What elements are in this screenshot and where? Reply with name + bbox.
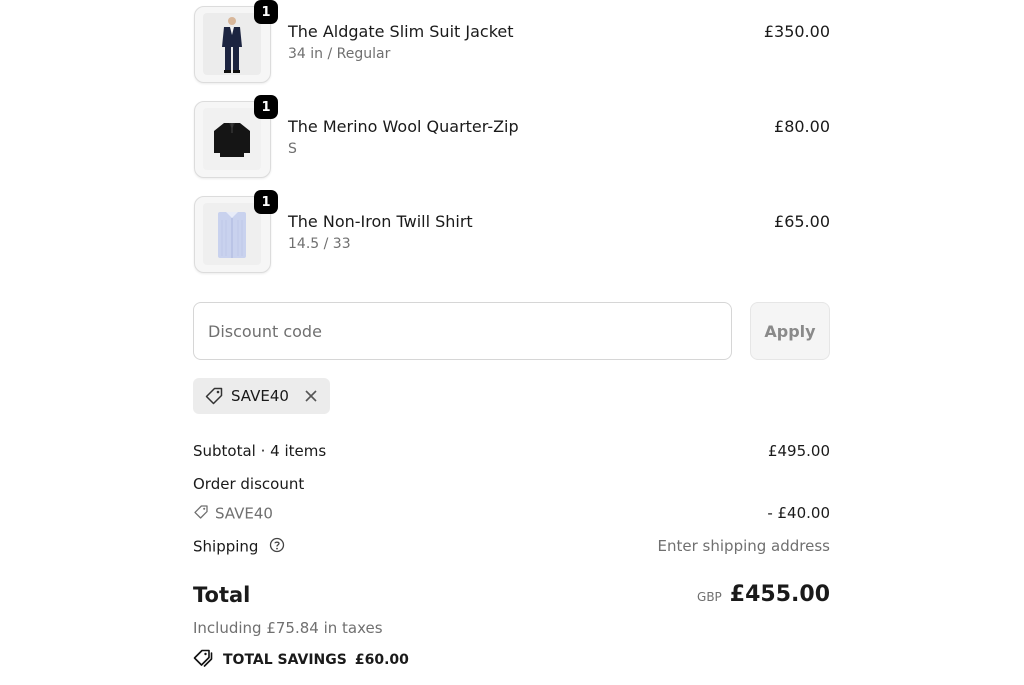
savings-label: TOTAL SAVINGS (223, 652, 347, 668)
total-savings: TOTAL SAVINGS £60.00 (193, 649, 409, 671)
apply-discount-button[interactable]: Apply (750, 302, 830, 360)
quantity-badge: 1 (254, 190, 278, 214)
shipping-label: Shipping (193, 537, 259, 556)
quantity-badge: 1 (254, 95, 278, 119)
help-circle-icon[interactable] (269, 537, 285, 557)
item-name: The Aldgate Slim Suit Jacket (288, 22, 514, 41)
item-price: £80.00 (774, 117, 830, 136)
tag-icon (193, 504, 209, 524)
shipping-value: Enter shipping address (657, 537, 830, 555)
item-variant: 14.5 / 33 (288, 236, 351, 252)
subtotal-row: Subtotal · 4 items £495.00 (193, 442, 830, 460)
quantity-badge: 1 (254, 0, 278, 24)
line-item: 1 The Non-Iron Twill Shirt 14.5 / 33 £65… (193, 190, 830, 285)
discount-value: - £40.00 (767, 504, 830, 522)
subtotal-value: £495.00 (767, 442, 830, 460)
savings-value: £60.00 (354, 652, 409, 668)
product-thumbnail: 1 (194, 95, 278, 178)
total-value: £455.00 (729, 582, 830, 607)
line-item: 1 The Merino Wool Quarter-Zip S £80.00 (193, 95, 830, 190)
item-variant: 34 in / Regular (288, 46, 391, 62)
item-name: The Non-Iron Twill Shirt (288, 212, 473, 231)
total-label: Total (193, 583, 251, 607)
shipping-row: Shipping Enter shipping address (193, 537, 830, 557)
item-name: The Merino Wool Quarter-Zip (288, 117, 519, 136)
product-thumbnail: 1 (194, 0, 278, 83)
item-price: £65.00 (774, 212, 830, 231)
discount-code-label: SAVE40 (215, 504, 273, 523)
tag-icon (204, 386, 224, 410)
discount-code-row: SAVE40 - £40.00 (193, 504, 830, 524)
applied-discount-code: SAVE40 (231, 387, 289, 405)
item-price: £350.00 (763, 22, 830, 41)
discount-code-input[interactable] (193, 302, 732, 360)
line-item: 1 The Aldgate Slim Suit Jacket 34 in / R… (193, 0, 830, 95)
quarter-zip-image (203, 108, 261, 170)
twill-shirt-image (203, 203, 261, 265)
order-discount-label: Order discount (193, 475, 305, 493)
total-amount: GBP £455.00 (697, 582, 830, 607)
order-discount-row: Order discount (193, 475, 830, 493)
taxes-note: Including £75.84 in taxes (193, 619, 383, 637)
applied-discount-chip: SAVE40 (193, 378, 330, 414)
double-tag-icon (193, 649, 215, 671)
subtotal-label: Subtotal · 4 items (193, 442, 327, 460)
product-thumbnail: 1 (194, 190, 278, 273)
item-variant: S (288, 141, 297, 157)
discount-code-form: Apply (193, 302, 830, 362)
currency-code: GBP (697, 590, 722, 604)
close-icon[interactable] (303, 388, 319, 408)
suit-jacket-image (203, 13, 261, 75)
